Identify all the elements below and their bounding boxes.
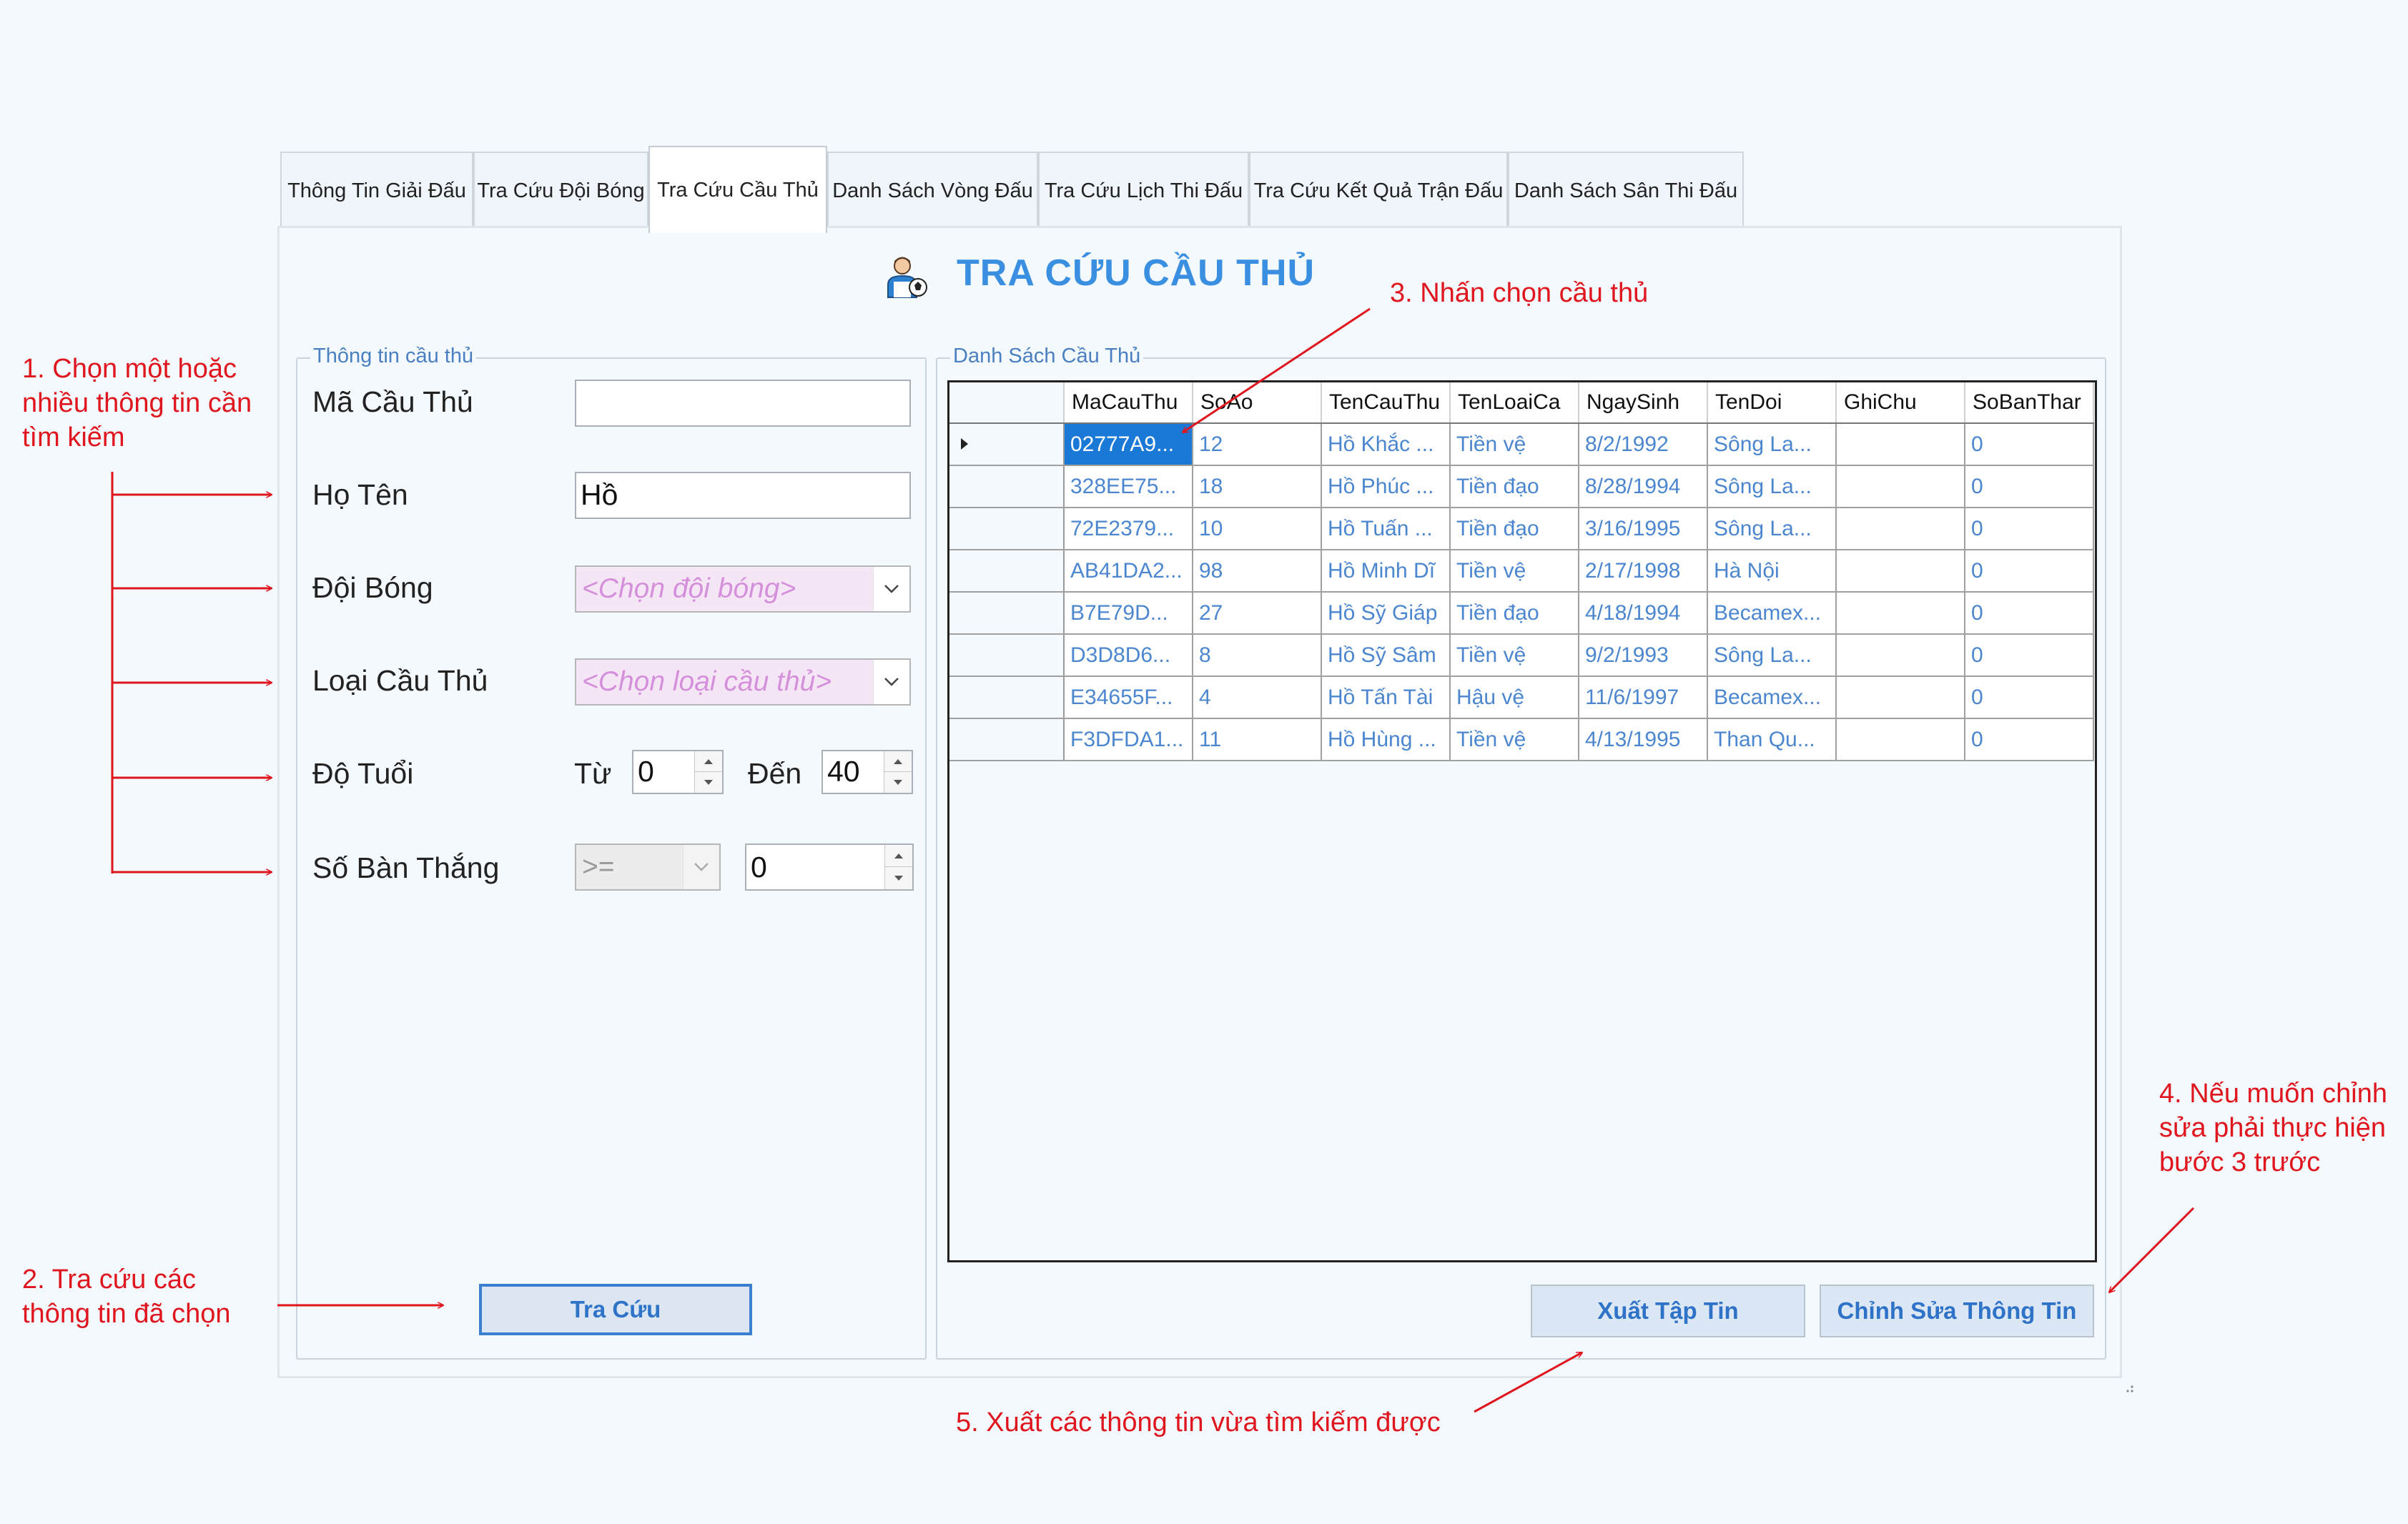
tab-tra-cuu-cau-thu[interactable]: Tra Cứu Cầu Thủ [648, 146, 827, 233]
arrow-select-player [1183, 307, 1371, 432]
arrow-xuat [1474, 1351, 1582, 1413]
annotation-arrows [111, 307, 2195, 1413]
tab-label: Tra Cứu Cầu Thủ [657, 178, 819, 202]
arrow-chinh-sua [2109, 1207, 2195, 1292]
